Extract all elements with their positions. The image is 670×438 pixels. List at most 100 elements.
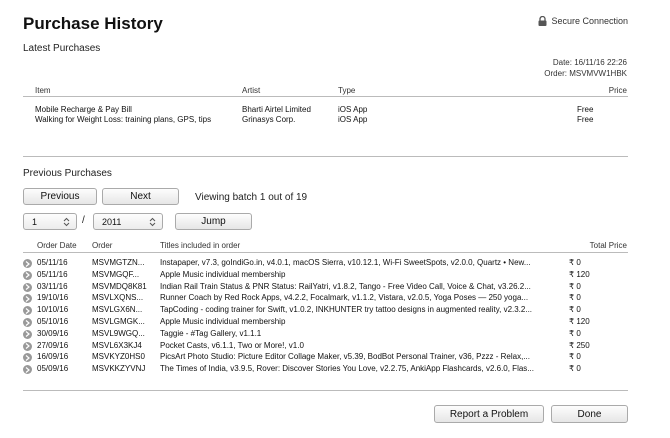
row-arrow-icon[interactable]: [23, 341, 32, 351]
table-row[interactable]: 05/11/16 MSVMGQF... Apple Music individual…: [23, 270, 628, 281]
order-date: 19/10/16: [37, 293, 69, 303]
lock-icon: [538, 16, 547, 26]
latest-purchases-heading: Latest Purchases: [23, 43, 101, 54]
latest-item-artist: Bharti Airtel Limited: [242, 105, 311, 114]
order-total: ₹ 0: [569, 281, 581, 291]
latest-item-type: iOS App: [338, 115, 368, 124]
row-arrow-icon[interactable]: [23, 282, 32, 292]
row-arrow-icon[interactable]: [23, 353, 32, 363]
row-arrow-icon[interactable]: [23, 365, 32, 375]
divider: [23, 390, 628, 391]
col-type: Type: [338, 86, 356, 95]
order-total: ₹ 0: [569, 305, 581, 315]
row-arrow-icon[interactable]: [23, 294, 32, 304]
order-total: ₹ 0: [569, 258, 581, 267]
table-row[interactable]: 03/11/16 MSVMDQ8K81 Indian Rail Train Stat…: [23, 282, 628, 293]
order-total: ₹ 0: [569, 328, 581, 338]
order-titles: Pocket Casts, v6.1.1, Two or More!, v1.0: [160, 340, 304, 350]
order-id: MSVKYZ0HS0: [92, 352, 145, 362]
table-row[interactable]: 27/09/16 MSVL6X3KJ4 Pocket Casts, v6.1.1, …: [23, 341, 628, 352]
latest-item-price: Free: [577, 115, 594, 124]
latest-item-name: Walking for Weight Loss: training plans,…: [35, 115, 212, 124]
table-row[interactable]: 30/09/16 MSVL9WGQ... Taggie - #Tag Gallery…: [23, 329, 628, 340]
order-total: ₹ 0: [569, 364, 581, 374]
col-price: Price: [608, 86, 627, 95]
order-date: 10/10/16: [37, 305, 69, 315]
row-arrow-icon[interactable]: [23, 270, 32, 280]
order-date: 05/10/16: [37, 317, 69, 326]
order-id: MSVL6X3KJ4: [92, 340, 142, 350]
order-id: MSVKKZYVNJ: [92, 364, 146, 374]
order-meta: Date: 16/11/16 22:26 Order: MSVMVW1HBK: [544, 57, 627, 79]
row-arrow-icon[interactable]: [23, 259, 32, 268]
order-id: MSVL9WGQ...: [92, 328, 145, 338]
order-total: ₹ 120: [569, 317, 590, 326]
order-date: 05/11/16: [37, 269, 68, 279]
batch-indicator: Viewing batch 1 out of 19: [195, 192, 308, 203]
order-titles: Instapaper, v7.3, goIndiGo.in, v4.0.1, m…: [160, 258, 531, 267]
order-titles: Runner Coach by Red Rock Apps, v4.2.2, F…: [160, 293, 529, 303]
date-separator: /: [82, 215, 85, 226]
row-arrow-icon[interactable]: [23, 329, 32, 339]
row-arrow-icon[interactable]: [23, 306, 32, 316]
chevron-updown-icon: [63, 217, 70, 227]
table-row[interactable]: 16/09/16 MSVKYZ0HS0 PicsArt Photo Studio: …: [23, 352, 628, 363]
previous-purchases-heading: Previous Purchases: [23, 168, 112, 179]
next-button[interactable]: Next: [102, 188, 179, 205]
order-total: ₹ 120: [569, 269, 590, 279]
order-id: MSVMGTZN...: [92, 258, 145, 267]
order-value: MSVMVW1HBK: [569, 69, 627, 78]
previous-button[interactable]: Previous: [23, 188, 97, 205]
order-id: MSVMGQF...: [92, 269, 140, 279]
order-date: 05/09/16: [37, 364, 69, 374]
chevron-updown-icon: [149, 217, 156, 227]
order-id: MSVLXQNS...: [92, 293, 144, 303]
order-id: MSVLGMGK...: [92, 317, 145, 326]
order-id: MSVMDQ8K81: [92, 281, 147, 291]
order-date: 30/09/16: [37, 328, 69, 338]
page-title: Purchase History: [23, 14, 163, 33]
date-value: 16/11/16 22:26: [574, 58, 627, 67]
order-id: MSVLGX6N...: [92, 305, 143, 315]
order-date: 05/11/16: [37, 258, 68, 267]
secure-connection: Secure Connection: [538, 16, 628, 26]
order-titles: Indian Rail Train Status & PNR Status: R…: [160, 281, 531, 291]
order-titles: The Times of India, v3.9.5, Rover: Disco…: [160, 364, 534, 374]
year-value: 2011: [102, 216, 122, 227]
col-item: Item: [35, 86, 51, 95]
col-order-date: Order Date: [37, 241, 77, 250]
col-artist: Artist: [242, 86, 261, 95]
order-total: ₹ 0: [569, 293, 581, 303]
order-total: ₹ 250: [569, 340, 590, 350]
table-row[interactable]: 19/10/16 MSVLXQNS... Runner Coach by Red R…: [23, 293, 628, 304]
order-date: 27/09/16: [37, 340, 69, 350]
order-titles: PicsArt Photo Studio: Picture Editor Col…: [160, 352, 530, 362]
order-titles: TapCoding - coding trainer for Swift, v1…: [160, 305, 533, 315]
table-row[interactable]: 10/10/16 MSVLGX6N... TapCoding - coding tr…: [23, 305, 628, 316]
row-arrow-icon[interactable]: [23, 318, 32, 327]
done-button[interactable]: Done: [551, 405, 628, 423]
col-titles: Titles included in order: [160, 241, 241, 250]
col-total-price: Total Price: [589, 241, 627, 250]
order-titles: Taggie - #Tag Gallery, v1.1.1: [160, 328, 262, 338]
table-row[interactable]: 05/09/16 MSVKKZYVNJ The Times of India, v3…: [23, 364, 628, 375]
order-titles: Apple Music individual membership: [160, 317, 286, 326]
col-order: Order: [92, 241, 113, 250]
order-date: 16/09/16: [37, 352, 69, 362]
order-total: ₹ 0: [569, 352, 581, 362]
latest-item-type: iOS App: [338, 105, 368, 114]
latest-item-name: Mobile Recharge & Pay Bill: [35, 105, 132, 114]
date-label: Date:: [552, 58, 572, 67]
table-row[interactable]: 05/10/16 MSVLGMGK... Apple Music individua…: [23, 317, 628, 328]
order-label: Order:: [544, 69, 567, 78]
report-problem-button[interactable]: Report a Problem: [434, 405, 544, 423]
month-value: 1: [32, 216, 38, 227]
year-select[interactable]: 2011: [93, 213, 163, 230]
order-date: 03/11/16: [37, 281, 68, 291]
divider: [23, 96, 628, 97]
month-select[interactable]: 1: [23, 213, 77, 230]
divider: [23, 252, 628, 253]
jump-button[interactable]: Jump: [175, 213, 252, 230]
table-row[interactable]: 05/11/16 MSVMGTZN... Instapaper, v7.3, goI…: [23, 258, 628, 269]
latest-item-price: Free: [577, 105, 594, 114]
